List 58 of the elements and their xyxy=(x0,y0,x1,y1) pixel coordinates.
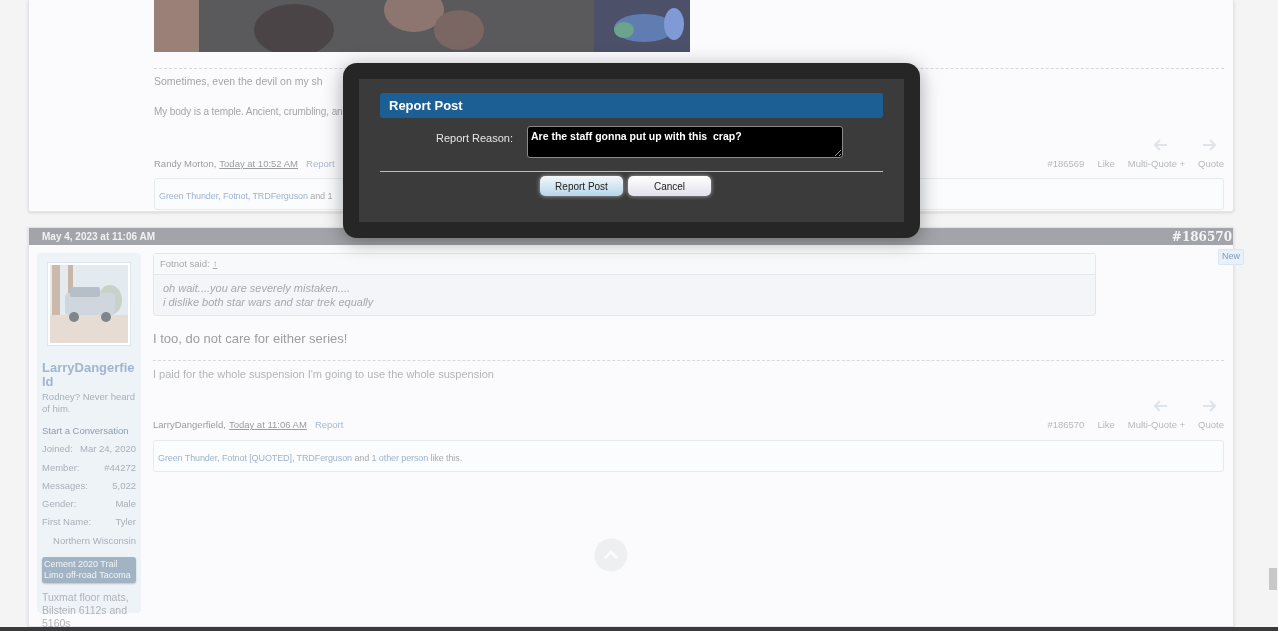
stat-label: First Name: xyxy=(42,515,92,530)
user-link[interactable]: Fotnot xyxy=(222,191,248,201)
post-permalink[interactable]: #186570 xyxy=(1171,227,1232,246)
signature-text: My body is a temple. Ancient, crumbling, an xyxy=(154,104,343,119)
user-link[interactable]: TRDFerguson xyxy=(252,191,308,201)
post-time[interactable]: Today at 11:06 AM xyxy=(228,418,307,433)
post-date: May 4, 2023 at 11:06 AM xyxy=(42,230,156,244)
user-link[interactable]: Fotnot [QUOTED] xyxy=(221,452,292,463)
message-text: I too, do not care for either series! xyxy=(153,330,348,349)
scrollbar-thumb[interactable] xyxy=(1269,568,1277,590)
likes-text: Green Thunder, Fotnot, TRDFerguson and 1 xyxy=(159,191,333,201)
dialog-title: Report Post xyxy=(380,93,883,118)
signature-text: Sometimes, even the devil on my sh xyxy=(154,74,323,89)
post-action-link[interactable]: Like xyxy=(1097,156,1115,171)
left-arrow-icon[interactable] xyxy=(1154,138,1168,151)
user-title: Rodney? Never heard of him. xyxy=(42,391,136,415)
report-post-button[interactable]: Report Post xyxy=(540,176,623,196)
jump-link[interactable]: ↑ xyxy=(212,257,218,272)
author-name[interactable]: LarryDangerfield, xyxy=(153,418,226,433)
user-location: Northern Wisconsin xyxy=(53,533,136,548)
field-label: Report Reason: xyxy=(434,131,514,146)
vehicle-banner: Cement 2020 Trail Limo off-road Tacoma xyxy=(42,556,136,583)
stat-value: #44272 xyxy=(104,460,136,475)
stat-label: Messages: xyxy=(42,478,88,493)
username-link[interactable]: LarryDangerfield xyxy=(42,361,136,389)
post-number-link[interactable]: #186570 xyxy=(1047,418,1085,433)
likes-text: Green Thunder, Fotnot [QUOTED], TRDFerguson and 1 other person like this. xyxy=(158,452,463,463)
quote-text: i dislike both star wars and star trek equally xyxy=(163,295,374,310)
post-action-link[interactable]: Quote xyxy=(1198,156,1224,171)
stat-label: Member: xyxy=(42,460,80,475)
post-action-link[interactable]: Multi-Quote + xyxy=(1127,156,1186,171)
cancel-button[interactable]: Cancel xyxy=(628,176,711,196)
post-number-link[interactable]: #186569 xyxy=(1047,156,1085,171)
signature-text: I paid for the whole suspension I'm going to use the whole suspension xyxy=(153,366,494,382)
left-arrow-icon[interactable] xyxy=(1154,400,1168,413)
report-link[interactable]: Report xyxy=(306,156,335,171)
user-signature-note: Tuxmat floor mats, Bilstein 6112s and 5160s xyxy=(42,590,130,630)
stat-value: Tyler xyxy=(115,515,136,530)
post-action-link[interactable]: Quote xyxy=(1198,418,1224,433)
user-link[interactable]: 1 other person xyxy=(371,452,429,463)
start-conversation-link[interactable]: Start a Conversation xyxy=(42,424,136,439)
post-action-link[interactable]: Multi-Quote + xyxy=(1127,418,1186,433)
stat-value: 5,022 xyxy=(112,478,136,493)
post-time[interactable]: Today at 10:52 AM xyxy=(219,156,298,171)
post-action-link[interactable]: Like xyxy=(1097,418,1115,433)
report-reason-field[interactable]: Are the staff gonna put up with this crap? xyxy=(527,126,843,158)
report-link[interactable]: Report xyxy=(314,418,344,433)
right-arrow-icon[interactable] xyxy=(1202,400,1216,413)
stat-value: Mar 24, 2020 xyxy=(80,442,136,457)
new-badge: New xyxy=(1218,249,1244,265)
quote-text: oh wait....you are severely mistaken.... xyxy=(163,281,351,296)
quote-author: Fotnot said: xyxy=(160,257,210,271)
user-link[interactable]: TRDFerguson xyxy=(296,452,352,463)
stat-label: Gender: xyxy=(42,497,77,511)
stat-value: Male xyxy=(115,497,136,511)
author-name[interactable]: Randy Morton, xyxy=(154,156,217,171)
stat-label: Joined: xyxy=(42,442,73,457)
right-arrow-icon[interactable] xyxy=(1202,138,1216,151)
